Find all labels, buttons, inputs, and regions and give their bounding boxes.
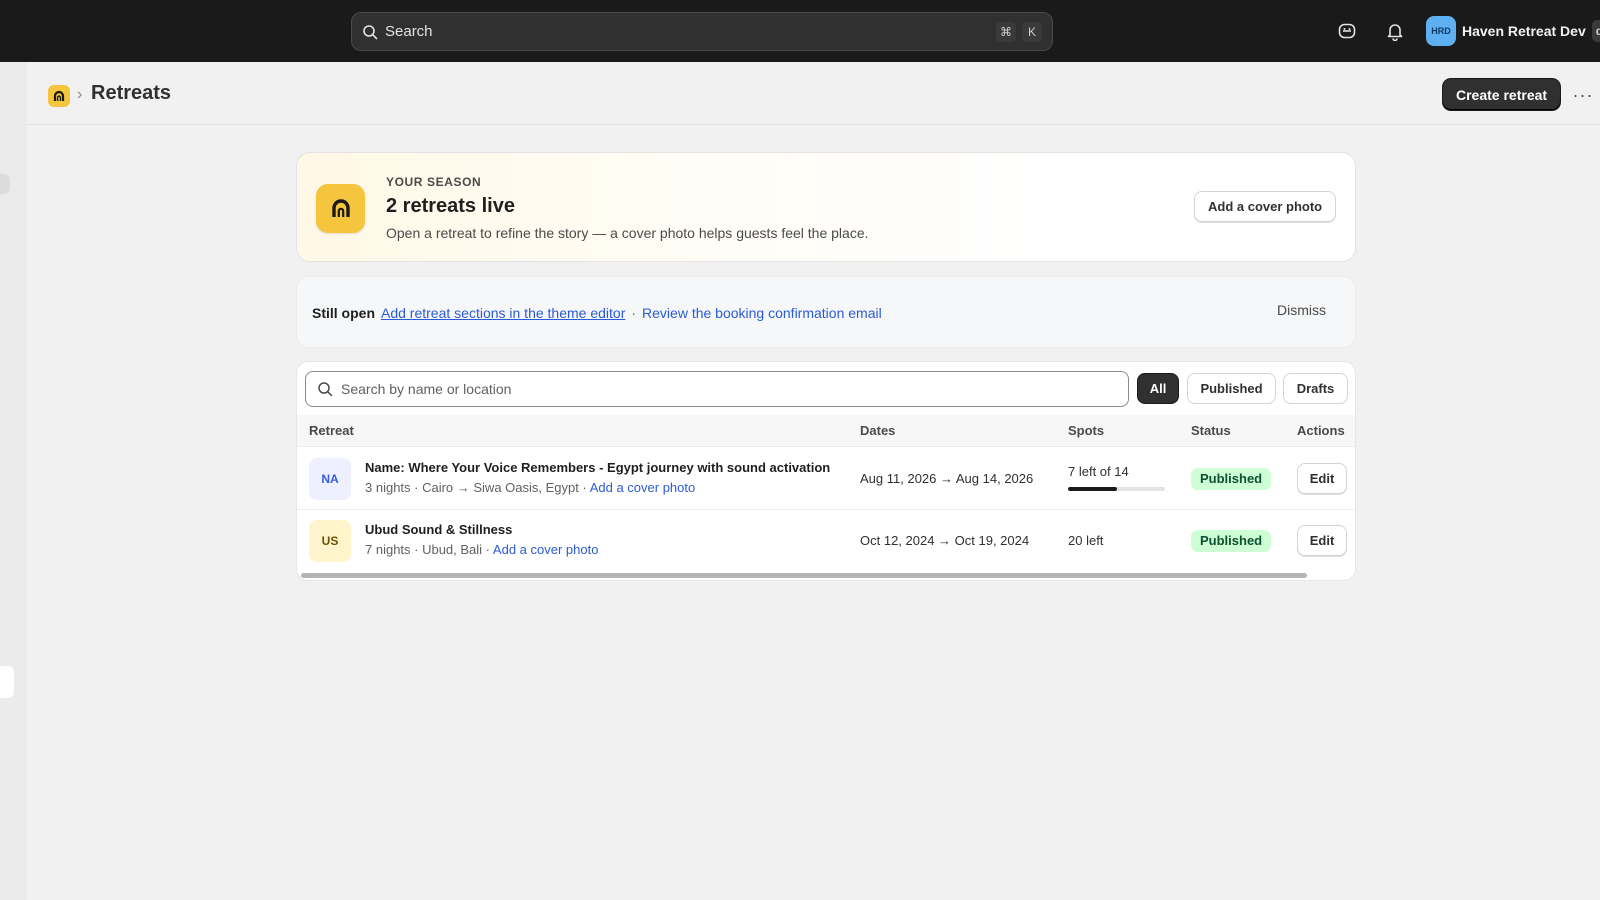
status-badge: Published [1191, 530, 1272, 552]
col-status[interactable]: Status [1191, 423, 1231, 438]
season-subtitle: Open a retreat to refine the story — a c… [386, 225, 869, 241]
retreat-meta: 7 nights · Ubud, Bali · Add a cover phot… [365, 542, 598, 557]
breadcrumb-separator-icon: › [77, 86, 83, 103]
season-title: 2 retreats live [386, 195, 515, 217]
filter-drafts[interactable]: Drafts [1283, 373, 1348, 404]
retreat-initials-badge: NA [309, 458, 351, 500]
retreat-spots: 20 left [1068, 533, 1104, 548]
retreat-details: 3 nights · Cairo → Siwa Oasis, Egypt · [365, 480, 587, 495]
search-placeholder: Search [385, 23, 433, 40]
account-extra: d [1591, 20, 1600, 42]
create-retreat-button[interactable]: Create retreat [1443, 79, 1561, 110]
add-cover-photo-link[interactable]: Add a cover photo [590, 480, 696, 495]
theme-editor-link[interactable]: Add retreat sections in the theme editor [381, 305, 625, 321]
rail-handle[interactable] [0, 174, 10, 194]
retreat-meta: 3 nights · Cairo → Siwa Oasis, Egypt · A… [365, 480, 695, 495]
command-key: ⌘ [996, 22, 1016, 42]
edit-button[interactable]: Edit [1297, 525, 1347, 556]
booking-email-link[interactable]: Review the booking confirmation email [642, 305, 882, 321]
still-open-banner: Still open Add retreat sections in the t… [296, 276, 1356, 348]
retreats-table-card: Search by name or location All Published… [296, 361, 1356, 581]
retreat-initials-badge: US [309, 520, 351, 562]
shortcut-hint: ⌘ K [996, 22, 1042, 42]
table-row[interactable]: NA Name: Where Your Voice Remembers - Eg… [297, 448, 1355, 510]
k-key: K [1022, 22, 1042, 42]
retreat-details: 7 nights · Ubud, Bali · [365, 542, 491, 557]
banner-label: Still open [312, 305, 375, 321]
filter-all[interactable]: All [1137, 373, 1179, 404]
season-eyebrow: YOUR SEASON [386, 175, 482, 189]
search-icon [318, 382, 333, 397]
col-actions: Actions [1297, 423, 1345, 438]
retreat-name[interactable]: Ubud Sound & Stillness [365, 522, 512, 537]
more-icon[interactable]: ··· [1570, 82, 1596, 108]
avatar: HRD [1426, 16, 1456, 46]
dismiss-button[interactable]: Dismiss [1277, 302, 1326, 318]
banner-separator: · [631, 305, 637, 321]
col-retreat[interactable]: Retreat [309, 423, 354, 438]
edit-button[interactable]: Edit [1297, 463, 1347, 494]
add-cover-photo-link[interactable]: Add a cover photo [493, 542, 599, 557]
brand-logo-icon[interactable] [48, 85, 70, 107]
chat-icon[interactable] [1336, 20, 1358, 42]
filter-published[interactable]: Published [1187, 373, 1276, 404]
retreat-name[interactable]: Name: Where Your Voice Remembers - Egypt… [365, 460, 830, 475]
retreat-dates: Aug 11, 2026 → Aug 14, 2026 [860, 471, 1034, 486]
search-icon [363, 24, 378, 39]
account-menu[interactable]: HRD Haven Retreat Dev d [1426, 16, 1600, 46]
col-spots[interactable]: Spots [1068, 423, 1104, 438]
table-header: Retreat Dates Spots Status Actions [297, 415, 1355, 447]
bell-icon[interactable] [1384, 20, 1406, 42]
status-badge: Published [1191, 468, 1272, 490]
horizontal-scrollbar[interactable] [301, 573, 1307, 578]
table-row[interactable]: US Ubud Sound & Stillness 7 nights · Ubu… [297, 510, 1355, 572]
season-card: YOUR SEASON 2 retreats live Open a retre… [296, 152, 1356, 262]
retreat-spots: 7 left of 14 [1068, 464, 1129, 479]
account-name: Haven Retreat Dev [1462, 23, 1586, 39]
brand-logo-icon [316, 184, 365, 233]
spots-progress-bar [1068, 487, 1165, 491]
rail-tab[interactable] [0, 666, 14, 698]
add-cover-photo-button[interactable]: Add a cover photo [1194, 191, 1337, 222]
retreat-search-placeholder: Search by name or location [341, 381, 512, 397]
spots-progress-fill [1068, 487, 1117, 491]
col-dates[interactable]: Dates [860, 423, 895, 438]
retreat-dates: Oct 12, 2024 → Oct 19, 2024 [860, 533, 1030, 548]
page-header: › Retreats Create retreat ··· [27, 62, 1600, 125]
left-rail [0, 62, 27, 900]
global-search[interactable]: Search ⌘ K [351, 12, 1053, 51]
top-bar: Search ⌘ K HRD Haven Retreat Dev d [0, 0, 1600, 62]
retreat-search-input[interactable]: Search by name or location [305, 371, 1129, 407]
page-title: Retreats [91, 82, 172, 104]
